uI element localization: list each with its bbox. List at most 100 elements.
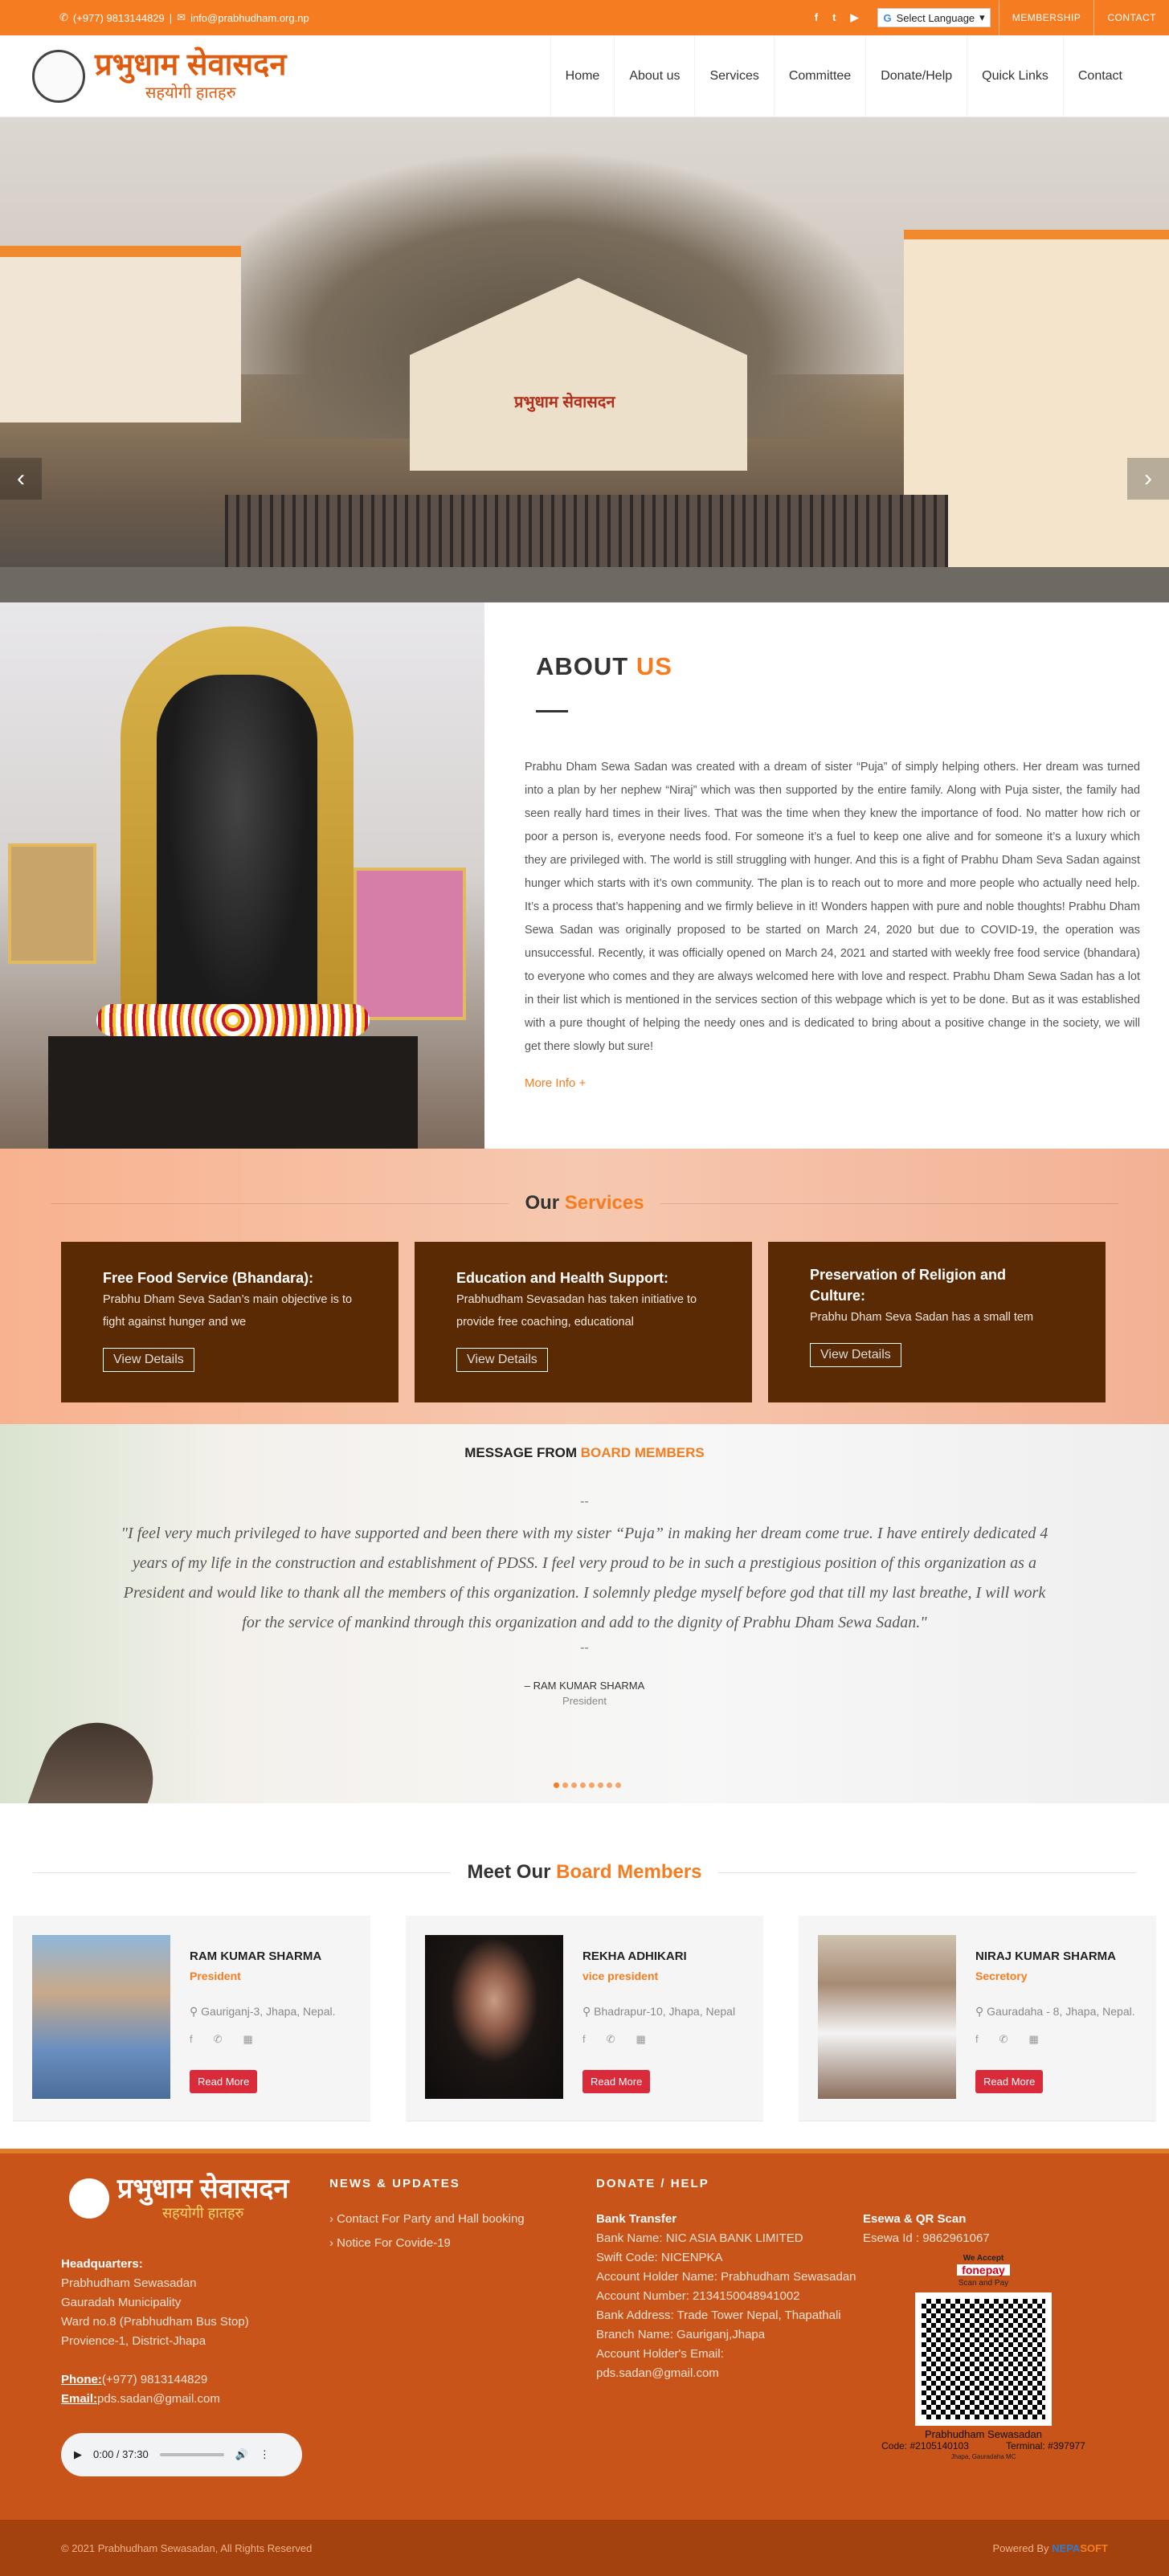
youtube-icon[interactable]: ▶ <box>850 11 858 24</box>
hq-line: Prabhudham Sewasadan <box>61 2276 197 2290</box>
carousel-dot[interactable] <box>607 1782 612 1788</box>
slider-prev-button[interactable]: ‹ <box>0 458 42 500</box>
logo-seal-icon <box>69 2178 109 2219</box>
location-icon: ⚲ <box>975 2005 987 2018</box>
view-details-button[interactable]: View Details <box>103 1348 194 1372</box>
play-icon[interactable]: ▶ <box>74 2445 82 2464</box>
bank-title: Bank Transfer <box>596 2212 677 2226</box>
logo-subtitle: सहयोगी हातहरु <box>145 84 236 102</box>
about-text: Prabhu Dham Sewa Sadan was created with … <box>525 761 1140 1053</box>
carousel-dots[interactable] <box>554 1782 621 1788</box>
hq-line: Provience-1, District-Jhapa <box>61 2334 206 2348</box>
nav-contact[interactable]: Contact <box>1062 35 1137 117</box>
gate-sign: प्रभुधाम सेवासदन <box>514 394 615 411</box>
nav-services[interactable]: Services <box>694 35 773 117</box>
hero-slider: प्रभुधाम सेवासदन ‹ › <box>0 117 1169 602</box>
nav-committee[interactable]: Committee <box>773 35 865 117</box>
member-card: RAM KUMAR SHARMA President ⚲ Gauriganj-3… <box>13 1916 370 2121</box>
building-icon[interactable]: ▦ <box>1029 2033 1039 2046</box>
view-details-button[interactable]: View Details <box>456 1348 548 1372</box>
news-link[interactable]: › Contact For Party and Hall booking <box>329 2210 596 2229</box>
carousel-dot[interactable] <box>615 1782 621 1788</box>
powered-by[interactable]: Powered By NEPASOFT <box>992 2542 1108 2554</box>
shrine-photo <box>0 602 484 1149</box>
service-title: Preservation of Religion and Culture: <box>810 1267 1007 1304</box>
main-nav: Home About us Services Committee Donate/… <box>550 35 1137 117</box>
phone-icon[interactable]: ✆ <box>999 2033 1008 2046</box>
nav-about[interactable]: About us <box>614 35 694 117</box>
avatar <box>32 1935 170 2099</box>
nav-quick-links[interactable]: Quick Links <box>967 35 1063 117</box>
audio-player[interactable]: ▶ 0:00 / 37:30 🔊 ⋮ <box>61 2433 302 2476</box>
facebook-icon[interactable]: f <box>975 2033 979 2046</box>
service-title: Education and Health Support: <box>456 1270 668 1286</box>
testimonial-quote: "I feel very much privileged to have sup… <box>121 1525 1048 1631</box>
language-select[interactable]: G Select Language ▾ <box>877 8 991 27</box>
service-card: Education and Health Support: Prabhudham… <box>415 1242 752 1402</box>
language-select-label: Select Language <box>896 11 975 24</box>
carousel-dot[interactable] <box>589 1782 595 1788</box>
phone-icon[interactable]: ✆ <box>214 2033 223 2046</box>
member-address: ⚲ Gauradaha - 8, Jhapa, Nepal. <box>975 2005 1135 2018</box>
board-title: Meet Our Board Members <box>0 1861 1169 1884</box>
facebook-icon[interactable]: f <box>815 11 818 24</box>
volume-icon[interactable]: 🔊 <box>235 2445 248 2464</box>
read-more-button[interactable]: Read More <box>582 2070 651 2093</box>
building-icon[interactable]: ▦ <box>243 2033 253 2046</box>
carousel-dot[interactable] <box>562 1782 568 1788</box>
bank-email[interactable]: pds.sadan@gmail.com <box>596 2364 863 2383</box>
carousel-dot[interactable] <box>554 1782 559 1788</box>
member-name: REKHA ADHIKARI <box>582 1949 687 1963</box>
member-card: NIRAJ KUMAR SHARMA Secretory ⚲ Gauradaha… <box>799 1916 1156 2121</box>
building-image <box>0 246 241 423</box>
fonepay-logo: fonepay <box>957 2264 1010 2276</box>
location-icon: ⚲ <box>190 2005 202 2018</box>
google-icon: G <box>883 11 892 24</box>
building-icon[interactable]: ▦ <box>636 2033 646 2046</box>
footer-phone[interactable]: Phone:(+977) 9813144829 <box>61 2370 329 2390</box>
nav-home[interactable]: Home <box>550 35 615 117</box>
view-details-button[interactable]: View Details <box>810 1343 901 1367</box>
carousel-dot[interactable] <box>580 1782 586 1788</box>
footer-email[interactable]: Email:pds.sadan@gmail.com <box>61 2390 329 2409</box>
read-more-button[interactable]: Read More <box>975 2070 1044 2093</box>
carousel-dot[interactable] <box>571 1782 577 1788</box>
site-logo[interactable]: प्रभुधाम सेवासदन सहयोगी हातहरु <box>32 49 286 103</box>
facebook-icon[interactable]: f <box>190 2033 193 2046</box>
read-more-button[interactable]: Read More <box>190 2070 258 2093</box>
more-options-icon[interactable]: ⋮ <box>260 2445 270 2464</box>
service-card: Preservation of Religion and Culture: Pr… <box>768 1242 1106 1402</box>
carousel-dot[interactable] <box>598 1782 603 1788</box>
copyright: © 2021 Prabhudham Sewasadan, All Rights … <box>61 2541 313 2554</box>
twitter-icon[interactable]: t <box>832 11 836 24</box>
footer-logo[interactable]: प्रभुधाम सेवासदन सहयोगी हातहरु <box>69 2174 329 2223</box>
facebook-icon[interactable]: f <box>582 2033 586 2046</box>
member-name: RAM KUMAR SHARMA <box>190 1949 322 1963</box>
member-card: REKHA ADHIKARI vice president ⚲ Bhadrapu… <box>406 1916 763 2121</box>
top-phone[interactable]: (+977) 9813144829 <box>73 12 165 24</box>
avatar <box>425 1935 563 2099</box>
nav-donate[interactable]: Donate/Help <box>865 35 967 117</box>
slider-next-button[interactable]: › <box>1127 458 1169 500</box>
footer-bottom-bar: © 2021 Prabhudham Sewasadan, All Rights … <box>0 2520 1169 2576</box>
contact-link[interactable]: CONTACT <box>1093 0 1169 35</box>
about-section: ABOUT US Prabhu Dham Sewa Sadan was crea… <box>0 602 1169 1149</box>
services-title: Our Services <box>0 1192 1169 1215</box>
news-link[interactable]: › Notice For Covide-19 <box>329 2234 596 2253</box>
testimonial-role: President <box>562 1695 607 1707</box>
more-info-link[interactable]: More Info + <box>525 1076 1140 1090</box>
membership-link[interactable]: MEMBERSHIP <box>998 0 1094 35</box>
member-address: ⚲ Bhadrapur-10, Jhapa, Nepal <box>582 2005 736 2018</box>
site-header: प्रभुधाम सेवासदन सहयोगी हातहरु Home Abou… <box>0 35 1169 117</box>
logo-title: प्रभुधाम सेवासदन <box>95 48 287 82</box>
hq-label: Headquarters: <box>61 2257 143 2271</box>
service-text: Prabhudham Sevasadan has taken initiativ… <box>456 1293 697 1329</box>
member-post: Secretory <box>975 1970 1028 1982</box>
bank-line: Branch Name: Gauriganj,Jhapa <box>596 2328 766 2341</box>
service-text: Prabhu Dham Seva Sadan’s main objective … <box>103 1293 353 1329</box>
audio-seek-slider[interactable] <box>159 2453 224 2456</box>
phone-icon[interactable]: ✆ <box>607 2033 615 2046</box>
top-email[interactable]: info@prabhudham.org.np <box>190 12 309 24</box>
avatar <box>818 1935 956 2099</box>
phone-icon: ✆ <box>59 11 68 23</box>
